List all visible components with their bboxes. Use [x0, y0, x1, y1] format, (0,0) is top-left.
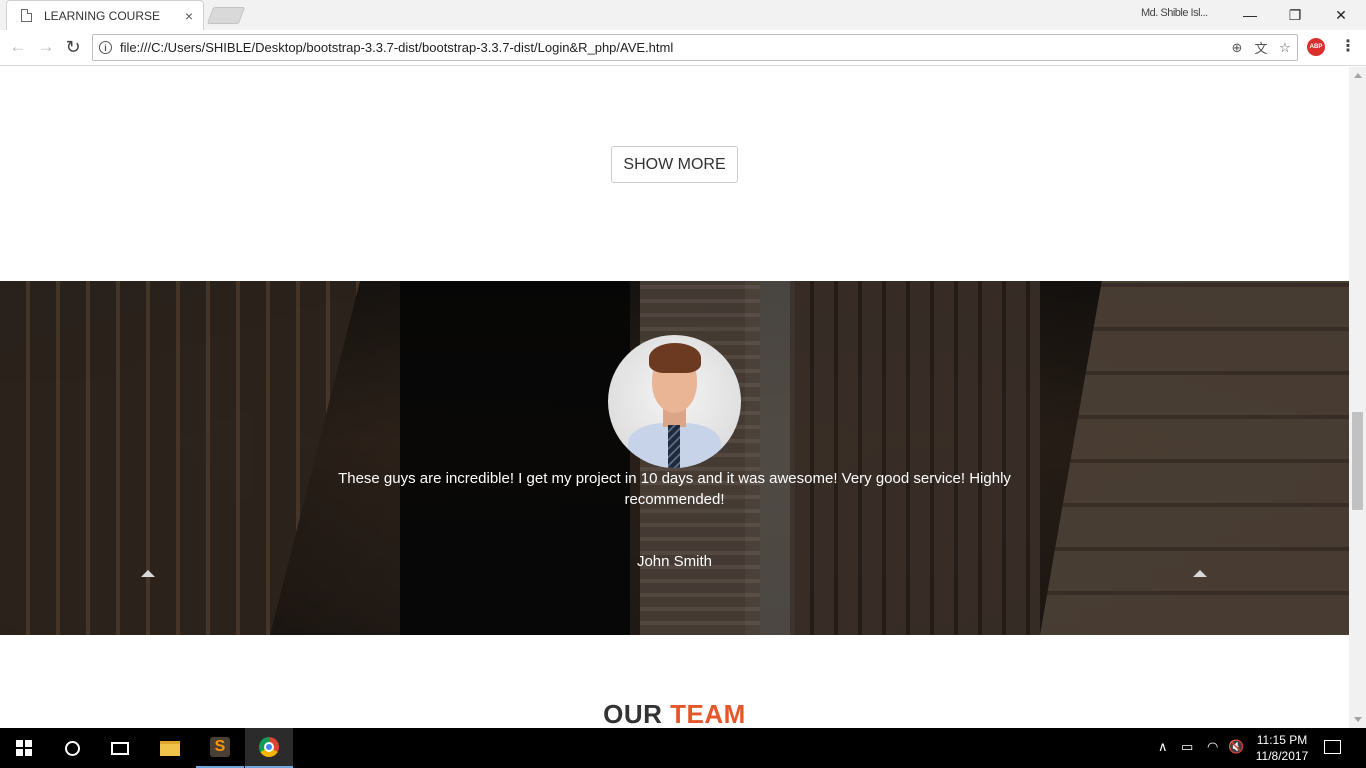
- page-scrollbar[interactable]: [1349, 67, 1366, 728]
- browser-titlebar: LEARNING COURSE × Md. Shible Isl... — ❐ …: [0, 0, 1366, 30]
- background-building: [400, 281, 630, 635]
- team-heading-part1: OUR: [603, 699, 663, 728]
- new-tab-button[interactable]: [206, 7, 246, 24]
- browser-menu-icon[interactable]: ⋮: [1340, 36, 1356, 56]
- tab-close-icon[interactable]: ×: [185, 8, 193, 24]
- windows-taskbar: S ∧ ▭ ◠ 🔇 11:15 PM 11/8/2017: [0, 728, 1366, 768]
- forward-icon[interactable]: →: [35, 36, 57, 58]
- testimonial-quote: These guys are incredible! I get my proj…: [338, 470, 1011, 508]
- carousel-prev-arrow-icon[interactable]: [141, 570, 155, 577]
- volume-muted-icon[interactable]: 🔇: [1228, 739, 1244, 755]
- reload-icon[interactable]: ↻: [62, 36, 84, 58]
- url-text[interactable]: file:///C:/Users/SHIBLE/Desktop/bootstra…: [120, 40, 1225, 55]
- scrollbar-thumb[interactable]: [1352, 412, 1363, 510]
- background-building: [1040, 281, 1349, 635]
- carousel-next-arrow-icon[interactable]: [1193, 570, 1207, 577]
- restore-button[interactable]: ❐: [1272, 0, 1318, 30]
- windows-start-icon[interactable]: [0, 728, 48, 768]
- background-building: [790, 281, 1040, 635]
- info-icon[interactable]: i: [99, 41, 112, 54]
- show-hidden-icons-icon[interactable]: ∧: [1158, 739, 1168, 755]
- chrome-icon[interactable]: [245, 728, 293, 768]
- adblock-extension-icon[interactable]: ABP: [1307, 38, 1325, 56]
- tab-title: LEARNING COURSE: [44, 8, 161, 23]
- bookmark-star-icon[interactable]: ☆: [1273, 40, 1297, 56]
- page-viewport: SHOW MORE These guys are incredible! I g…: [0, 67, 1349, 728]
- wifi-icon[interactable]: ◠: [1207, 739, 1218, 755]
- zoom-icon[interactable]: ⊕: [1225, 40, 1249, 56]
- browser-toolbar: ← → ↻ i file:///C:/Users/SHIBLE/Desktop/…: [0, 30, 1366, 66]
- minimize-button[interactable]: —: [1227, 0, 1273, 30]
- address-bar[interactable]: i file:///C:/Users/SHIBLE/Desktop/bootst…: [92, 34, 1298, 61]
- team-heading: OUR TEAM: [0, 699, 1349, 728]
- clock-time: 11:15 PM: [1256, 733, 1308, 747]
- taskbar-clock[interactable]: 11:15 PM 11/8/2017: [1250, 732, 1314, 764]
- testimonial-section: These guys are incredible! I get my proj…: [0, 281, 1349, 635]
- task-view-icon[interactable]: [96, 728, 144, 768]
- translate-icon[interactable]: 文: [1249, 38, 1273, 57]
- background-building: [0, 281, 360, 635]
- scroll-down-icon[interactable]: [1354, 717, 1362, 722]
- browser-tab[interactable]: LEARNING COURSE ×: [6, 0, 204, 30]
- testimonial-avatar: [608, 335, 741, 468]
- team-heading-part2: TEAM: [670, 699, 746, 728]
- action-center-icon[interactable]: [1324, 740, 1341, 754]
- clock-date: 11/8/2017: [1255, 749, 1309, 763]
- scroll-up-icon[interactable]: [1354, 73, 1362, 78]
- testimonial-author: John Smith: [636, 553, 713, 570]
- profile-name[interactable]: Md. Shible Isl...: [1141, 7, 1208, 19]
- close-window-button[interactable]: ✕: [1318, 0, 1364, 30]
- show-more-button[interactable]: SHOW MORE: [611, 146, 738, 183]
- file-explorer-icon[interactable]: [146, 728, 194, 768]
- battery-icon[interactable]: ▭: [1181, 739, 1193, 755]
- back-icon[interactable]: ←: [7, 36, 29, 58]
- document-icon: [21, 9, 32, 22]
- sublime-text-icon[interactable]: S: [196, 728, 244, 768]
- cortana-search-icon[interactable]: [48, 728, 96, 768]
